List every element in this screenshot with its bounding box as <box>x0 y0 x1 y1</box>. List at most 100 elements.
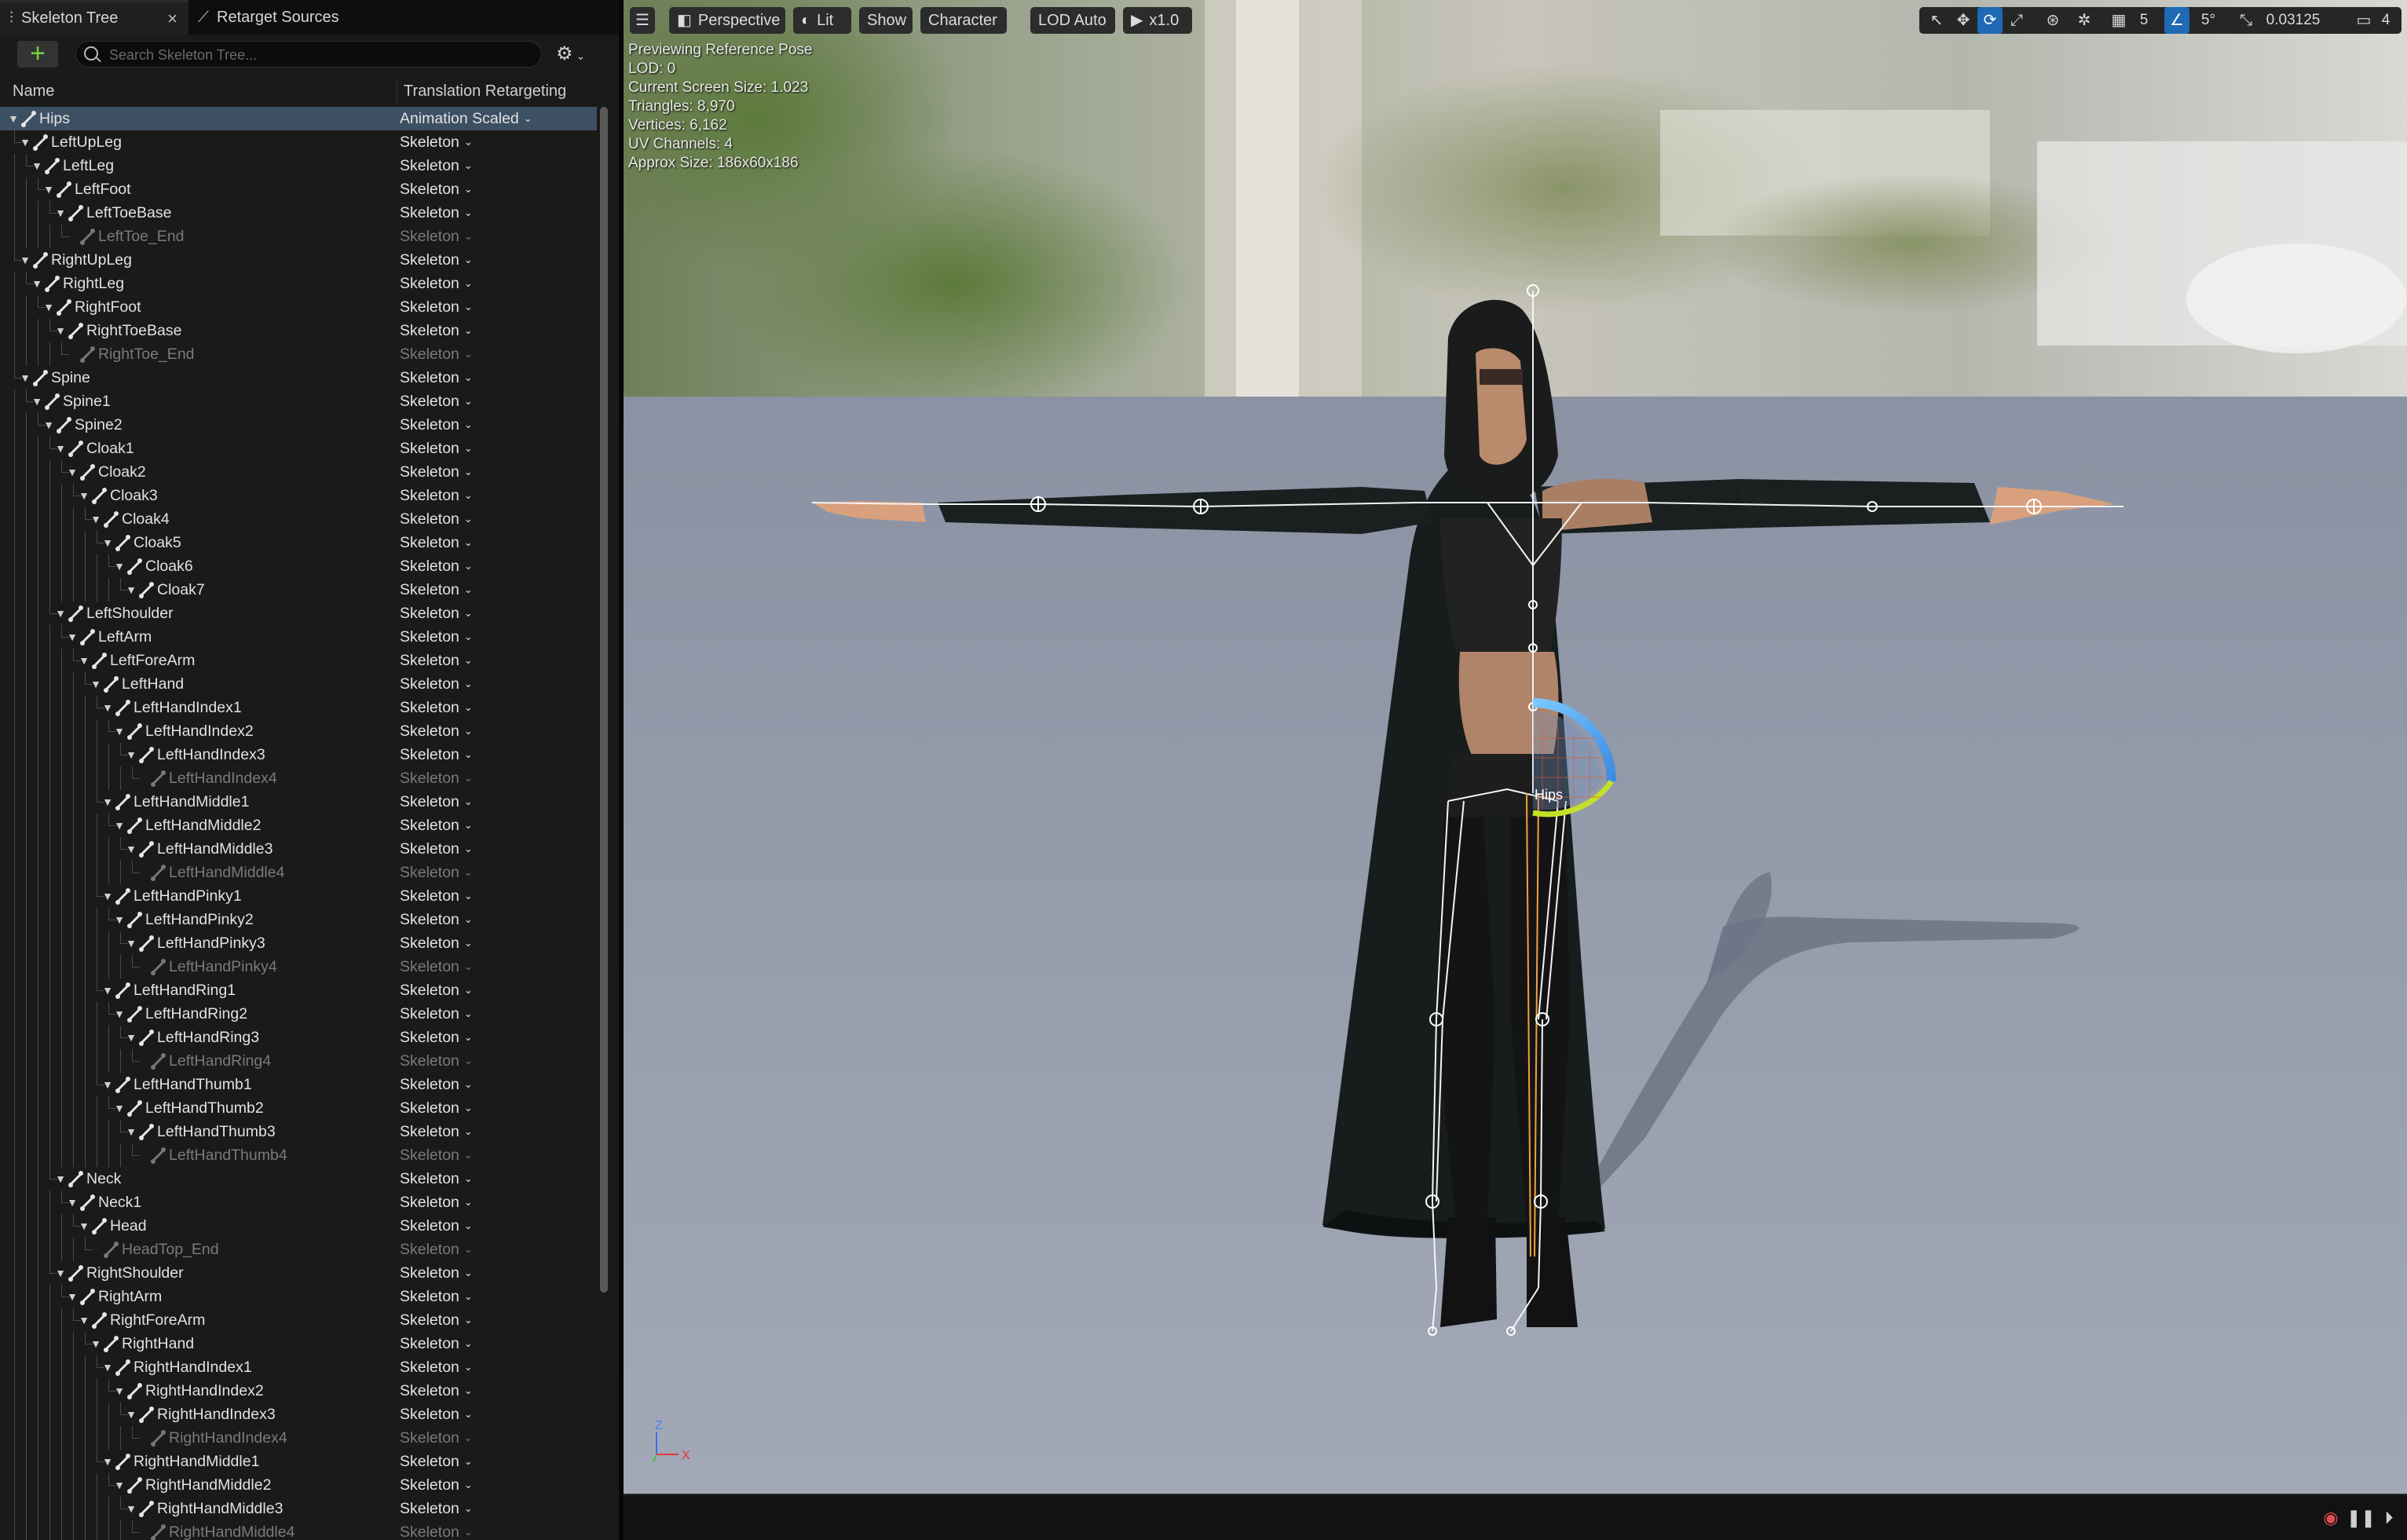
translation-retargeting-dropdown[interactable]: Skeleton ⌄ <box>400 766 473 792</box>
translation-retargeting-dropdown[interactable]: Skeleton ⌄ <box>400 578 473 603</box>
expand-arrow-icon[interactable]: ▼ <box>55 1261 66 1285</box>
tree-row[interactable]: ▼ LeftHandIndex2 Skeleton ⌄ <box>0 719 597 743</box>
translation-retargeting-dropdown[interactable]: Skeleton ⌄ <box>400 790 473 815</box>
translation-retargeting-dropdown[interactable]: Skeleton ⌄ <box>400 1120 473 1145</box>
tree-row[interactable]: ▼ LeftHandThumb3 Skeleton ⌄ <box>0 1120 597 1143</box>
translation-retargeting-dropdown[interactable]: Skeleton ⌄ <box>400 861 473 886</box>
tree-row[interactable]: LeftHandRing4 Skeleton ⌄ <box>0 1049 597 1073</box>
translation-retargeting-dropdown[interactable]: Skeleton ⌄ <box>400 1379 473 1404</box>
expand-arrow-icon[interactable]: ▼ <box>67 625 78 649</box>
translation-retargeting-dropdown[interactable]: Skeleton ⌄ <box>400 1261 473 1286</box>
tree-row[interactable]: ▼ LeftHandRing2 Skeleton ⌄ <box>0 1002 597 1026</box>
perspective-button[interactable]: ◧ Perspective <box>669 7 785 34</box>
expand-arrow-icon[interactable]: ▼ <box>55 437 66 460</box>
translation-retargeting-dropdown[interactable]: Skeleton ⌄ <box>400 460 473 485</box>
expand-arrow-icon[interactable]: ▼ <box>20 130 31 154</box>
expand-arrow-icon[interactable]: ▼ <box>114 1002 125 1026</box>
translation-retargeting-dropdown[interactable]: Skeleton ⌄ <box>400 437 473 462</box>
tree-row[interactable]: ▼ LeftLeg Skeleton ⌄ <box>0 154 597 177</box>
expand-arrow-icon[interactable]: ▼ <box>31 390 42 413</box>
translation-retargeting-dropdown[interactable]: Skeleton ⌄ <box>400 979 473 1004</box>
tree-row[interactable]: ▼ LeftHandMiddle1 Skeleton ⌄ <box>0 790 597 814</box>
expand-arrow-icon[interactable]: ▼ <box>114 719 125 743</box>
tree-row[interactable]: ▼ LeftHandIndex3 Skeleton ⌄ <box>0 743 597 766</box>
tree-row[interactable]: ▼ RightUpLeg Skeleton ⌄ <box>0 248 597 272</box>
tree-row[interactable]: ▼ Cloak2 Skeleton ⌄ <box>0 460 597 484</box>
tree-row[interactable]: ▼ LeftHand Skeleton ⌄ <box>0 672 597 696</box>
close-tab-icon[interactable]: × <box>167 9 177 29</box>
viewport[interactable]: Hips ☰ ◧ Perspective ◐ Lit Show Characte… <box>624 0 2407 1540</box>
translation-retargeting-dropdown[interactable]: Skeleton ⌄ <box>400 1026 473 1051</box>
tree-row[interactable]: ▼ RightHandMiddle3 Skeleton ⌄ <box>0 1497 597 1520</box>
tree-row[interactable]: ▼ RightArm Skeleton ⌄ <box>0 1285 597 1308</box>
tree-row[interactable]: ▼ LeftFoot Skeleton ⌄ <box>0 177 597 201</box>
expand-arrow-icon[interactable]: ▼ <box>20 366 31 390</box>
expand-arrow-icon[interactable]: ▼ <box>126 1497 137 1520</box>
tree-row[interactable]: LeftToe_End Skeleton ⌄ <box>0 225 597 248</box>
translation-retargeting-dropdown[interactable]: Skeleton ⌄ <box>400 272 473 297</box>
expand-arrow-icon[interactable]: ▼ <box>114 908 125 931</box>
translation-retargeting-dropdown[interactable]: Skeleton ⌄ <box>400 390 473 415</box>
expand-arrow-icon[interactable]: ▼ <box>31 154 42 177</box>
tree-row[interactable]: ▼ RightHandMiddle2 Skeleton ⌄ <box>0 1473 597 1497</box>
pause-icon[interactable]: ❚❚ <box>2347 1505 2376 1531</box>
viewport-menu-button[interactable]: ☰ <box>630 7 655 34</box>
expand-arrow-icon[interactable]: ▼ <box>79 1308 90 1332</box>
expand-arrow-icon[interactable]: ▼ <box>102 696 113 719</box>
expand-arrow-icon[interactable]: ▼ <box>126 1403 137 1426</box>
record-icon[interactable]: ◉ <box>2317 1505 2345 1531</box>
translation-retargeting-dropdown[interactable]: Skeleton ⌄ <box>400 413 473 438</box>
translation-retargeting-dropdown[interactable]: Skeleton ⌄ <box>400 1167 473 1192</box>
translation-retargeting-dropdown[interactable]: Skeleton ⌄ <box>400 342 473 368</box>
tree-row[interactable]: ▼ LeftToeBase Skeleton ⌄ <box>0 201 597 225</box>
expand-arrow-icon[interactable]: ▼ <box>67 460 78 484</box>
column-header-translation[interactable]: Translation Retargeting <box>404 75 566 107</box>
tree-row[interactable]: RightHandMiddle4 Skeleton ⌄ <box>0 1520 597 1540</box>
world-local-icon[interactable]: ⊛ <box>2040 7 2065 34</box>
expand-arrow-icon[interactable]: ▼ <box>126 837 137 861</box>
grid-snap-icon[interactable]: ▦ <box>2106 7 2131 34</box>
translation-retargeting-dropdown[interactable]: Skeleton ⌄ <box>400 531 473 556</box>
translation-retargeting-dropdown[interactable]: Skeleton ⌄ <box>400 1450 473 1475</box>
tree-row[interactable]: ▼ Spine2 Skeleton ⌄ <box>0 413 597 437</box>
tree-row[interactable]: ▼ Spine Skeleton ⌄ <box>0 366 597 390</box>
tree-row[interactable]: ▼ LeftHandIndex1 Skeleton ⌄ <box>0 696 597 719</box>
tree-scrollbar[interactable] <box>600 107 608 1293</box>
tree-row[interactable]: ▼ Head Skeleton ⌄ <box>0 1214 597 1238</box>
expand-arrow-icon[interactable]: ▼ <box>102 1355 113 1379</box>
tree-row[interactable]: ▼ Cloak1 Skeleton ⌄ <box>0 437 597 460</box>
tree-row[interactable]: ▼ LeftHandMiddle3 Skeleton ⌄ <box>0 837 597 861</box>
expand-arrow-icon[interactable]: ▼ <box>43 295 54 319</box>
translation-retargeting-dropdown[interactable]: Skeleton ⌄ <box>400 248 473 273</box>
playback-speed-button[interactable]: ▶ x1.0 <box>1123 7 1192 34</box>
translation-retargeting-dropdown[interactable]: Skeleton ⌄ <box>400 1214 473 1239</box>
translation-retargeting-dropdown[interactable]: Skeleton ⌄ <box>400 719 473 744</box>
tree-row[interactable]: ▼ Spine1 Skeleton ⌄ <box>0 390 597 413</box>
tree-row[interactable]: ▼ Cloak5 Skeleton ⌄ <box>0 531 597 554</box>
expand-arrow-icon[interactable]: ▼ <box>90 672 101 696</box>
translation-retargeting-dropdown[interactable]: Skeleton ⌄ <box>400 955 473 980</box>
rotation-snap-icon[interactable]: ∠ <box>2164 7 2189 34</box>
expand-arrow-icon[interactable]: ▼ <box>79 484 90 507</box>
settings-button[interactable]: ⚙ ⌄ <box>556 42 598 66</box>
expand-arrow-icon[interactable]: ▼ <box>114 1379 125 1403</box>
tree-row[interactable]: ▼ Cloak6 Skeleton ⌄ <box>0 554 597 578</box>
column-header-name[interactable]: Name <box>13 75 54 107</box>
translation-retargeting-dropdown[interactable]: Skeleton ⌄ <box>400 1096 473 1121</box>
tree-row[interactable]: ▼ RightForeArm Skeleton ⌄ <box>0 1308 597 1332</box>
expand-arrow-icon[interactable]: ▼ <box>102 979 113 1002</box>
expand-arrow-icon[interactable]: ▼ <box>102 1073 113 1096</box>
translation-retargeting-dropdown[interactable]: Skeleton ⌄ <box>400 1238 473 1263</box>
search-box[interactable] <box>75 41 542 68</box>
translation-retargeting-dropdown[interactable]: Skeleton ⌄ <box>400 649 473 674</box>
translation-retargeting-dropdown[interactable]: Skeleton ⌄ <box>400 1426 473 1451</box>
add-button[interactable]: + <box>17 40 58 68</box>
expand-arrow-icon[interactable]: ▼ <box>102 790 113 814</box>
tree-row[interactable]: ▼ Hips Animation Scaled ⌄ <box>0 107 597 130</box>
translation-retargeting-dropdown[interactable]: Skeleton ⌄ <box>400 1191 473 1216</box>
expand-arrow-icon[interactable]: ▼ <box>90 1332 101 1355</box>
expand-arrow-icon[interactable]: ▼ <box>8 107 19 130</box>
expand-arrow-icon[interactable]: ▼ <box>67 1285 78 1308</box>
tree-row[interactable]: ▼ RightHandIndex3 Skeleton ⌄ <box>0 1403 597 1426</box>
expand-arrow-icon[interactable]: ▼ <box>114 554 125 578</box>
